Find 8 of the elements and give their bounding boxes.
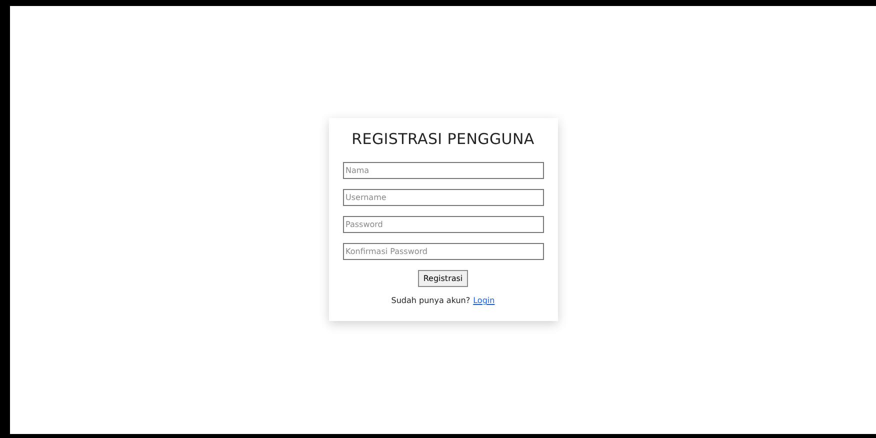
- register-button[interactable]: Registrasi: [418, 270, 468, 287]
- input-field[interactable]: Konfirmasi Password: [342, 243, 544, 260]
- input-field[interactable]: Username: [342, 189, 544, 206]
- input-field[interactable]: Password: [342, 216, 544, 233]
- login-link[interactable]: Login: [473, 296, 495, 305]
- form-title: REGISTRASI PENGGUNA: [352, 130, 534, 148]
- input-field[interactable]: Nama: [342, 162, 544, 179]
- login-prompt: Sudah punya akun?: [391, 296, 470, 305]
